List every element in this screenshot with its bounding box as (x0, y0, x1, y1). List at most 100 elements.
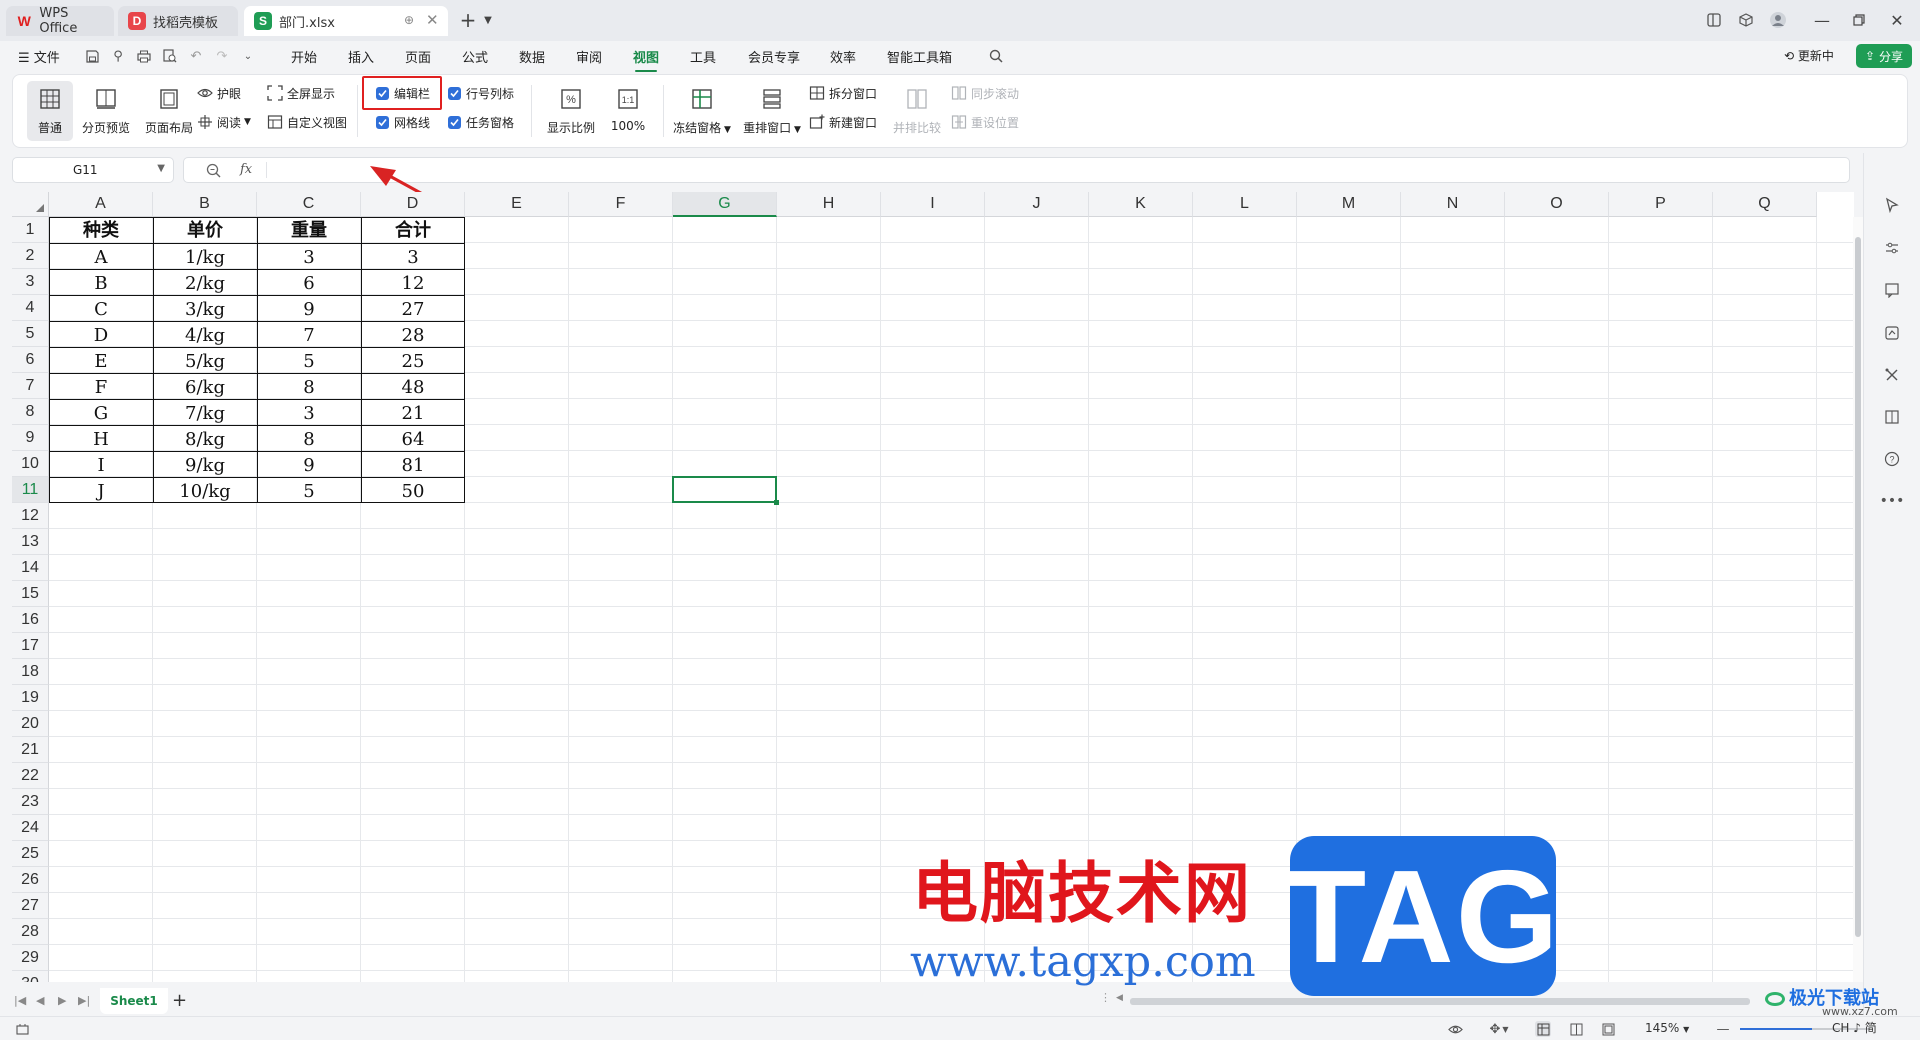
eye-view-icon[interactable] (1447, 1021, 1463, 1037)
page-layout-button[interactable]: 页面布局 (139, 81, 199, 141)
more-icon[interactable]: ••• (1880, 491, 1905, 511)
row-header-18[interactable]: 18 (12, 659, 49, 685)
column-header-i[interactable]: I (881, 192, 985, 217)
tools-icon[interactable] (1882, 365, 1902, 385)
last-sheet-icon[interactable]: ▶| (78, 994, 90, 1007)
layout-view-status-icon[interactable] (1600, 1021, 1616, 1037)
row-header-9[interactable]: 9 (12, 425, 49, 451)
row-header-30[interactable]: 30 (12, 971, 49, 982)
row-header-12[interactable]: 12 (12, 503, 49, 529)
attach-icon[interactable]: ⚲ (110, 48, 126, 64)
zoom-level[interactable]: 145% ▼ (1645, 1021, 1689, 1035)
table-cell[interactable]: 9 (257, 451, 361, 477)
column-header-n[interactable]: N (1401, 192, 1505, 217)
row-header-22[interactable]: 22 (12, 763, 49, 789)
table-header-cell[interactable]: 种类 (49, 217, 153, 243)
table-cell[interactable]: 25 (361, 347, 465, 373)
table-cell[interactable]: 7/kg (153, 399, 257, 425)
table-header-cell[interactable]: 重量 (257, 217, 361, 243)
ime-indicator[interactable]: CH ♪ 简 (1832, 1019, 1877, 1036)
menu-tools[interactable]: 工具 (690, 47, 716, 66)
tab-list-chevron-icon[interactable]: ▼ (474, 8, 502, 32)
update-status[interactable]: ⟲ 更新中 (1784, 47, 1834, 64)
table-cell[interactable]: A (49, 243, 153, 269)
menu-smart-toolbox[interactable]: 智能工具箱 (887, 47, 952, 66)
column-header-o[interactable]: O (1505, 192, 1609, 217)
table-cell[interactable]: 6 (257, 269, 361, 295)
menu-member[interactable]: 会员专享 (748, 47, 800, 66)
file-menu[interactable]: ☰ 文件 (18, 47, 60, 66)
first-sheet-icon[interactable]: |◀ (14, 994, 26, 1007)
row-header-13[interactable]: 13 (12, 529, 49, 555)
cell-focus-icon[interactable]: ✥ ▼ (1484, 1021, 1514, 1037)
table-cell[interactable]: F (49, 373, 153, 399)
arrange-windows-button[interactable]: 重排窗口 ▼ (739, 81, 805, 141)
column-header-g[interactable]: G (673, 192, 777, 217)
share-button[interactable]: ⇪ 分享 (1856, 44, 1912, 68)
column-header-l[interactable]: L (1193, 192, 1297, 217)
pin-icon[interactable]: ⊕ (404, 13, 414, 27)
table-cell[interactable]: 21 (361, 399, 465, 425)
row-header-2[interactable]: 2 (12, 243, 49, 269)
column-header-f[interactable]: F (569, 192, 673, 217)
table-cell[interactable]: C (49, 295, 153, 321)
zoom-formula-icon[interactable] (206, 163, 221, 178)
split-handle-icon[interactable]: ⋮ (1100, 991, 1111, 1004)
full-screen-button[interactable]: 全屏显示 (267, 83, 335, 103)
table-cell[interactable]: 27 (361, 295, 465, 321)
table-cell[interactable]: E (49, 347, 153, 373)
help-icon[interactable]: ? (1882, 449, 1902, 469)
gridlines-checkbox[interactable]: 网格线 (376, 112, 430, 132)
sheet-tab-sheet1[interactable]: Sheet1 (100, 988, 168, 1014)
cube-icon[interactable] (1732, 8, 1760, 32)
column-header-b[interactable]: B (153, 192, 257, 217)
table-cell[interactable]: 50 (361, 477, 465, 503)
table-cell[interactable]: 10/kg (153, 477, 257, 503)
select-all-corner[interactable] (12, 192, 49, 217)
redo-icon[interactable]: ↷ (214, 48, 230, 64)
table-cell[interactable]: 64 (361, 425, 465, 451)
table-cell[interactable]: J (49, 477, 153, 503)
row-header-10[interactable]: 10 (12, 451, 49, 477)
comment-icon[interactable] (1882, 280, 1902, 300)
vertical-scrollbar[interactable] (1853, 217, 1863, 982)
table-cell[interactable]: 9/kg (153, 451, 257, 477)
tab-docer-templates[interactable]: D 找稻壳模板 (118, 6, 238, 36)
menu-formula[interactable]: 公式 (462, 47, 488, 66)
restore-icon[interactable] (1845, 8, 1873, 32)
table-cell[interactable]: G (49, 399, 153, 425)
sync-scroll-button[interactable]: 同步滚动 (951, 83, 1019, 103)
print-preview-icon[interactable] (162, 48, 178, 64)
page-break-preview-button[interactable]: 分页预览 (73, 81, 139, 141)
table-cell[interactable]: 9 (257, 295, 361, 321)
chart-edit-icon[interactable] (1882, 323, 1902, 343)
table-cell[interactable]: B (49, 269, 153, 295)
table-cell[interactable]: 81 (361, 451, 465, 477)
table-cell[interactable]: 3 (361, 243, 465, 269)
row-header-19[interactable]: 19 (12, 685, 49, 711)
row-header-1[interactable]: 1 (12, 217, 49, 243)
column-header-c[interactable]: C (257, 192, 361, 217)
column-header-a[interactable]: A (49, 192, 153, 217)
table-header-cell[interactable]: 合计 (361, 217, 465, 243)
row-header-7[interactable]: 7 (12, 373, 49, 399)
row-header-3[interactable]: 3 (12, 269, 49, 295)
table-cell[interactable]: 8 (257, 373, 361, 399)
freeze-panes-button[interactable]: 冻结窗格 ▼ (669, 81, 735, 141)
custom-view-button[interactable]: 自定义视图 (267, 112, 347, 132)
zoom-100-button[interactable]: 1:1 100% (603, 81, 653, 141)
table-cell[interactable]: 3/kg (153, 295, 257, 321)
table-cell[interactable]: 3 (257, 399, 361, 425)
column-header-d[interactable]: D (361, 192, 465, 217)
table-cell[interactable]: H (49, 425, 153, 451)
normal-view-status-icon[interactable] (1535, 1021, 1551, 1037)
table-cell[interactable]: 4/kg (153, 321, 257, 347)
quick-access-chevron-icon[interactable]: ⌄ (240, 48, 256, 64)
search-icon[interactable] (988, 48, 1004, 64)
print-icon[interactable] (136, 48, 152, 64)
row-header-25[interactable]: 25 (12, 841, 49, 867)
table-cell[interactable]: 48 (361, 373, 465, 399)
layout-icon[interactable] (1700, 8, 1728, 32)
prev-sheet-icon[interactable]: ◀ (36, 994, 44, 1007)
row-header-29[interactable]: 29 (12, 945, 49, 971)
